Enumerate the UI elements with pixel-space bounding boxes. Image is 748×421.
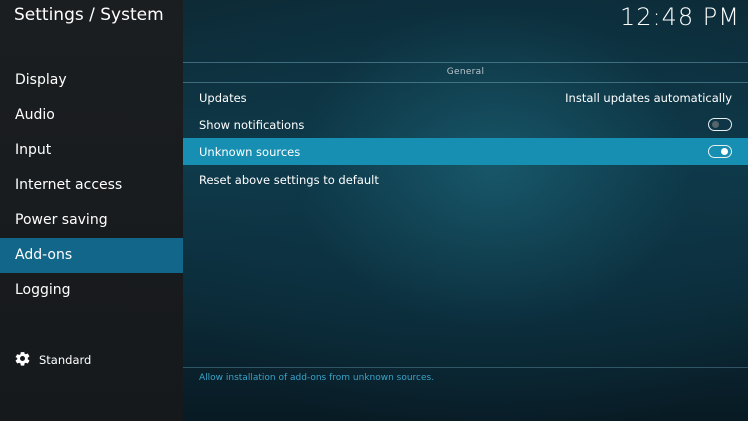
settings-level-label: Standard xyxy=(39,353,92,367)
sidebar-item-display[interactable]: Display xyxy=(0,63,183,98)
setting-show-notifications[interactable]: Show notifications xyxy=(183,111,748,138)
settings-level-button[interactable]: Standard xyxy=(14,350,91,370)
setting-updates[interactable]: Updates Install updates automatically xyxy=(183,84,748,111)
clock: 12:48 PM xyxy=(620,3,740,31)
group-divider-top xyxy=(183,62,748,63)
setting-label: Show notifications xyxy=(199,117,305,132)
toggle-switch[interactable] xyxy=(708,145,732,158)
description-divider xyxy=(183,367,748,368)
toggle-switch[interactable] xyxy=(708,118,732,131)
settings-panel: 12:48 PM General Updates Install updates… xyxy=(183,0,748,421)
window-title: Settings / System xyxy=(14,5,164,25)
group-divider-bottom xyxy=(183,82,748,83)
setting-label: Updates xyxy=(199,90,247,105)
group-title: General xyxy=(446,67,485,77)
setting-description: Allow installation of add-ons from unkno… xyxy=(199,373,435,383)
category-list: Display Audio Input Internet access Powe… xyxy=(0,63,183,308)
setting-reset-defaults[interactable]: Reset above settings to default xyxy=(183,166,748,193)
sidebar-item-power-saving[interactable]: Power saving xyxy=(0,203,183,238)
sidebar: Settings / System Display Audio Input In… xyxy=(0,0,183,421)
sidebar-item-audio[interactable]: Audio xyxy=(0,98,183,133)
setting-label: Reset above settings to default xyxy=(199,172,379,187)
sidebar-item-input[interactable]: Input xyxy=(0,133,183,168)
setting-unknown-sources[interactable]: Unknown sources xyxy=(183,138,748,165)
sidebar-item-logging[interactable]: Logging xyxy=(0,273,183,308)
toggle-knob xyxy=(712,121,719,128)
setting-value: Install updates automatically xyxy=(565,90,732,105)
toggle-knob xyxy=(721,148,728,155)
gear-icon xyxy=(14,350,31,370)
setting-label: Unknown sources xyxy=(199,144,301,159)
sidebar-item-add-ons[interactable]: Add-ons xyxy=(0,238,183,273)
sidebar-item-internet-access[interactable]: Internet access xyxy=(0,168,183,203)
